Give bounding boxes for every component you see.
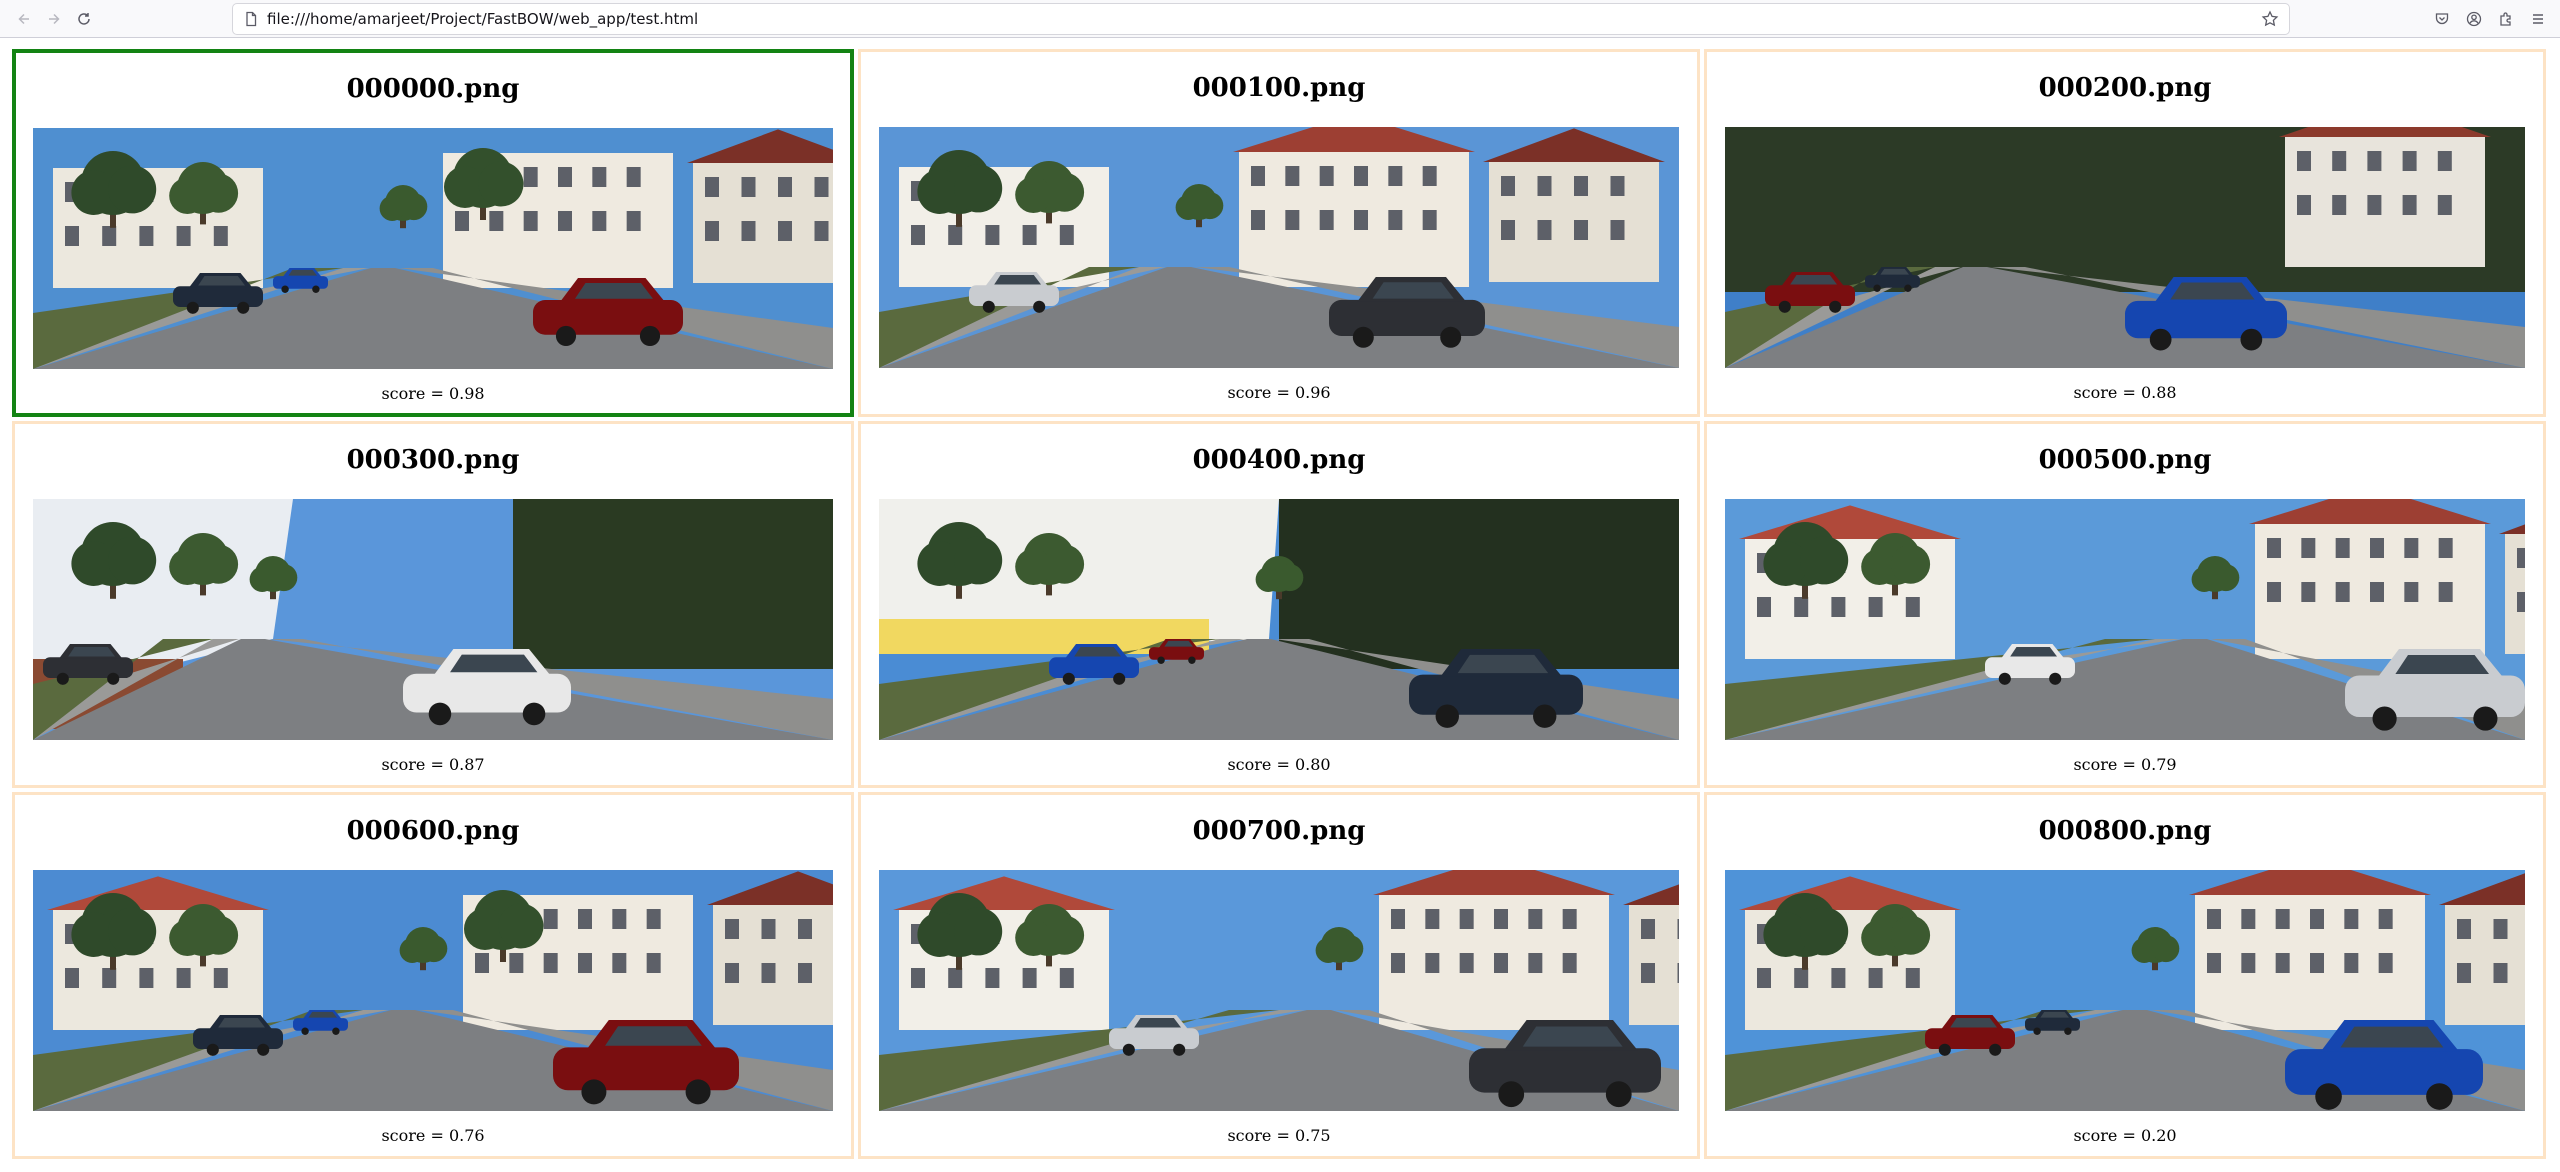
result-score: score = 0.87 (381, 755, 485, 774)
result-image[interactable] (879, 870, 1679, 1111)
result-filename: 000500.png (2038, 445, 2212, 475)
result-card[interactable]: 000600.png score = 0.76 (12, 792, 854, 1159)
result-card[interactable]: 000700.png score = 0.75 (858, 792, 1700, 1159)
result-score: score = 0.76 (381, 1126, 485, 1145)
result-card-selected[interactable]: 000000.png score = 0.98 (12, 49, 854, 417)
result-score: score = 0.79 (2073, 755, 2177, 774)
result-score: score = 0.96 (1227, 383, 1331, 402)
result-score: score = 0.20 (2073, 1126, 2177, 1145)
page-icon (243, 11, 259, 27)
result-filename: 000300.png (346, 445, 520, 475)
account-icon[interactable] (2460, 5, 2488, 33)
reload-icon[interactable] (70, 5, 98, 33)
extensions-icon[interactable] (2492, 5, 2520, 33)
result-filename: 000000.png (346, 74, 520, 104)
result-image[interactable] (33, 499, 833, 740)
result-image[interactable] (1725, 870, 2525, 1111)
toolbar-right (2426, 5, 2554, 33)
result-card[interactable]: 000400.png score = 0.80 (858, 421, 1700, 788)
results-grid: 000000.png score = 0.98 000100.png score = … (12, 49, 2547, 1159)
result-card[interactable]: 000800.png score = 0.20 (1704, 792, 2546, 1159)
back-icon[interactable] (10, 5, 38, 33)
result-card[interactable]: 000500.png score = 0.79 (1704, 421, 2546, 788)
result-image[interactable] (879, 499, 1679, 740)
result-filename: 000100.png (1192, 73, 1366, 103)
result-image[interactable] (879, 127, 1679, 368)
browser-toolbar: file:///home/amarjeet/Project/FastBOW/we… (0, 0, 2560, 38)
result-score: score = 0.98 (381, 384, 485, 403)
pocket-icon[interactable] (2428, 5, 2456, 33)
result-card[interactable]: 000200.png score = 0.88 (1704, 49, 2546, 417)
forward-icon[interactable] (40, 5, 68, 33)
result-card[interactable]: 000300.png score = 0.87 (12, 421, 854, 788)
menu-icon[interactable] (2524, 5, 2552, 33)
address-bar[interactable]: file:///home/amarjeet/Project/FastBOW/we… (232, 3, 2290, 35)
result-score: score = 0.88 (2073, 383, 2177, 402)
result-image[interactable] (33, 870, 833, 1111)
result-filename: 000800.png (2038, 816, 2212, 846)
result-filename: 000400.png (1192, 445, 1366, 475)
result-filename: 000700.png (1192, 816, 1366, 846)
result-image[interactable] (33, 128, 833, 369)
result-filename: 000600.png (346, 816, 520, 846)
result-filename: 000200.png (2038, 73, 2212, 103)
result-image[interactable] (1725, 127, 2525, 368)
result-card[interactable]: 000100.png score = 0.96 (858, 49, 1700, 417)
bookmark-star-icon[interactable] (2261, 10, 2279, 28)
result-image[interactable] (1725, 499, 2525, 740)
result-score: score = 0.80 (1227, 755, 1331, 774)
url-text[interactable]: file:///home/amarjeet/Project/FastBOW/we… (267, 10, 2261, 28)
result-score: score = 0.75 (1227, 1126, 1331, 1145)
nav-buttons (0, 5, 100, 33)
